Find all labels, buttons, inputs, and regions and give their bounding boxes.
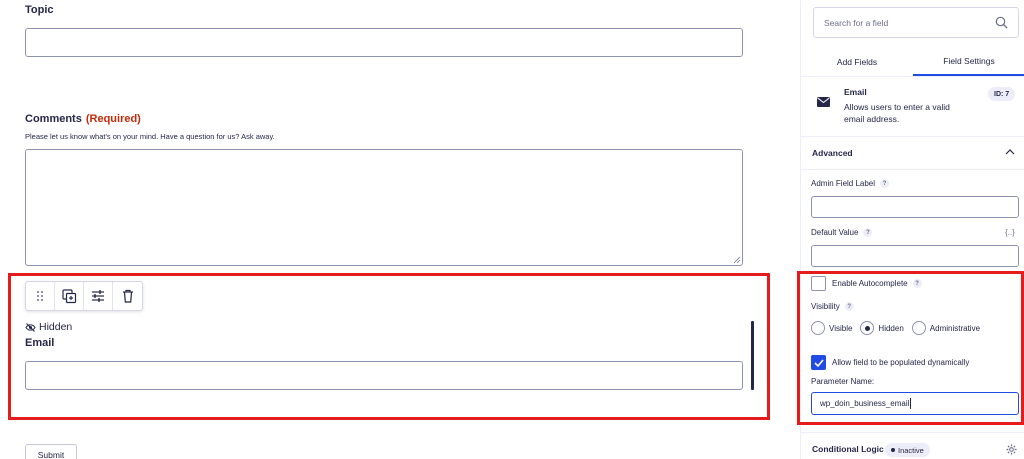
conditional-logic-section[interactable]: Conditional Logic Inactive — [801, 432, 1024, 459]
comments-textarea[interactable] — [25, 149, 743, 266]
visibility-label: Visibility ? — [811, 302, 854, 311]
gear-icon[interactable] — [1006, 444, 1017, 455]
populate-dynamically-checkbox[interactable] — [811, 355, 826, 370]
email-input[interactable] — [25, 361, 743, 390]
chevron-up-icon[interactable] — [1005, 149, 1015, 155]
visibility-option-hidden[interactable]: Hidden — [860, 321, 904, 335]
help-icon[interactable]: ? — [912, 279, 922, 288]
conditional-logic-title: Conditional Logic — [812, 444, 884, 454]
help-icon[interactable]: ? — [844, 302, 854, 311]
drag-handle-icon — [37, 291, 43, 301]
parameter-name-input[interactable]: wp_doin_business_email — [811, 392, 1019, 415]
default-value-input[interactable] — [811, 245, 1019, 267]
help-icon[interactable]: ? — [880, 179, 890, 188]
checkmark-icon — [813, 358, 824, 367]
advanced-section-header[interactable]: Advanced — [801, 137, 1024, 170]
settings-sliders-icon — [92, 290, 104, 302]
tab-field-settings[interactable]: Field Settings — [913, 47, 1024, 76]
admin-field-label-input[interactable] — [811, 196, 1019, 218]
enable-autocomplete-checkbox[interactable] — [811, 276, 826, 291]
default-value-label-text: Default Value — [811, 228, 859, 237]
email-label: Email — [25, 337, 55, 349]
drag-handle-button[interactable] — [26, 282, 55, 310]
required-indicator: (Required) — [85, 113, 141, 125]
comments-label-text: Comments — [25, 113, 82, 125]
duplicate-icon — [61, 288, 76, 303]
hidden-text: Hidden — [39, 321, 73, 333]
visibility-option-visible[interactable]: Visible — [811, 321, 852, 335]
tab-add-fields[interactable]: Add Fields — [801, 47, 913, 76]
populate-dynamically-label: Allow field to be populated dynamically — [832, 358, 970, 367]
conditional-status-text: Inactive — [898, 445, 924, 455]
parameter-name-value: wp_doin_business_email — [820, 399, 910, 408]
visibility-option-administrative[interactable]: Administrative — [911, 321, 981, 335]
sidebar-tabs: Add Fields Field Settings — [801, 47, 1024, 77]
parameter-name-label: Parameter Name: — [811, 377, 875, 386]
radio-hidden[interactable] — [860, 321, 875, 335]
duplicate-button[interactable] — [55, 282, 84, 310]
default-value-label: Default Value ? — [811, 228, 873, 237]
admin-field-label: Admin Field Label ? — [811, 179, 890, 188]
form-editor-canvas: Topic Comments (Required) Please let us k… — [0, 0, 800, 459]
field-id-badge: ID: 7 — [988, 87, 1016, 101]
search-field-input[interactable]: Search for a field — [813, 7, 1019, 38]
trash-icon — [122, 289, 133, 303]
field-settings-button[interactable] — [84, 282, 113, 310]
visibility-visible-label: Visible — [829, 323, 853, 333]
active-field-indicator — [751, 321, 754, 390]
field-type-description: Allows users to enter a valid email addr… — [844, 102, 950, 124]
visibility-hidden-label: Hidden — [878, 323, 904, 333]
search-icon[interactable] — [995, 16, 1008, 29]
radio-administrative[interactable] — [911, 321, 926, 335]
hidden-indicator: Hidden — [25, 321, 72, 333]
visibility-administrative-label: Administrative — [929, 323, 981, 333]
radio-selected-dot — [864, 325, 870, 331]
enable-autocomplete-text: Enable Autocomplete — [832, 279, 908, 288]
submit-button[interactable]: Submit — [25, 444, 77, 459]
enable-autocomplete-label: Enable Autocomplete ? — [832, 279, 922, 288]
field-type-title: Email — [844, 87, 867, 97]
field-info-card: Email Allows users to enter a valid emai… — [801, 77, 1024, 137]
envelope-icon — [817, 97, 830, 107]
conditional-status-badge: Inactive — [885, 443, 930, 457]
status-dot — [891, 448, 895, 452]
advanced-section-title: Advanced — [812, 148, 853, 158]
radio-visible[interactable] — [811, 321, 825, 335]
field-settings-sidebar: Search for a field Add Fields Field Sett… — [797, 0, 1024, 459]
visibility-label-text: Visibility — [811, 302, 840, 311]
admin-field-label-text: Admin Field Label — [811, 179, 876, 188]
search-placeholder: Search for a field — [824, 17, 889, 28]
text-caret — [910, 398, 912, 409]
merge-tag-icon[interactable]: {..} — [1005, 228, 1015, 237]
comments-label: Comments (Required) — [25, 113, 141, 125]
resize-grip-icon[interactable] — [733, 256, 741, 264]
help-icon[interactable]: ? — [863, 228, 873, 237]
field-toolbar — [25, 281, 143, 311]
visibility-radio-group: Visible Hidden Administrative — [811, 321, 984, 335]
topic-label: Topic — [25, 4, 54, 16]
eye-slash-icon — [25, 322, 36, 332]
comments-description: Please let us know what's on your mind. … — [25, 132, 275, 141]
delete-button[interactable] — [113, 282, 142, 310]
topic-input[interactable] — [25, 28, 743, 57]
